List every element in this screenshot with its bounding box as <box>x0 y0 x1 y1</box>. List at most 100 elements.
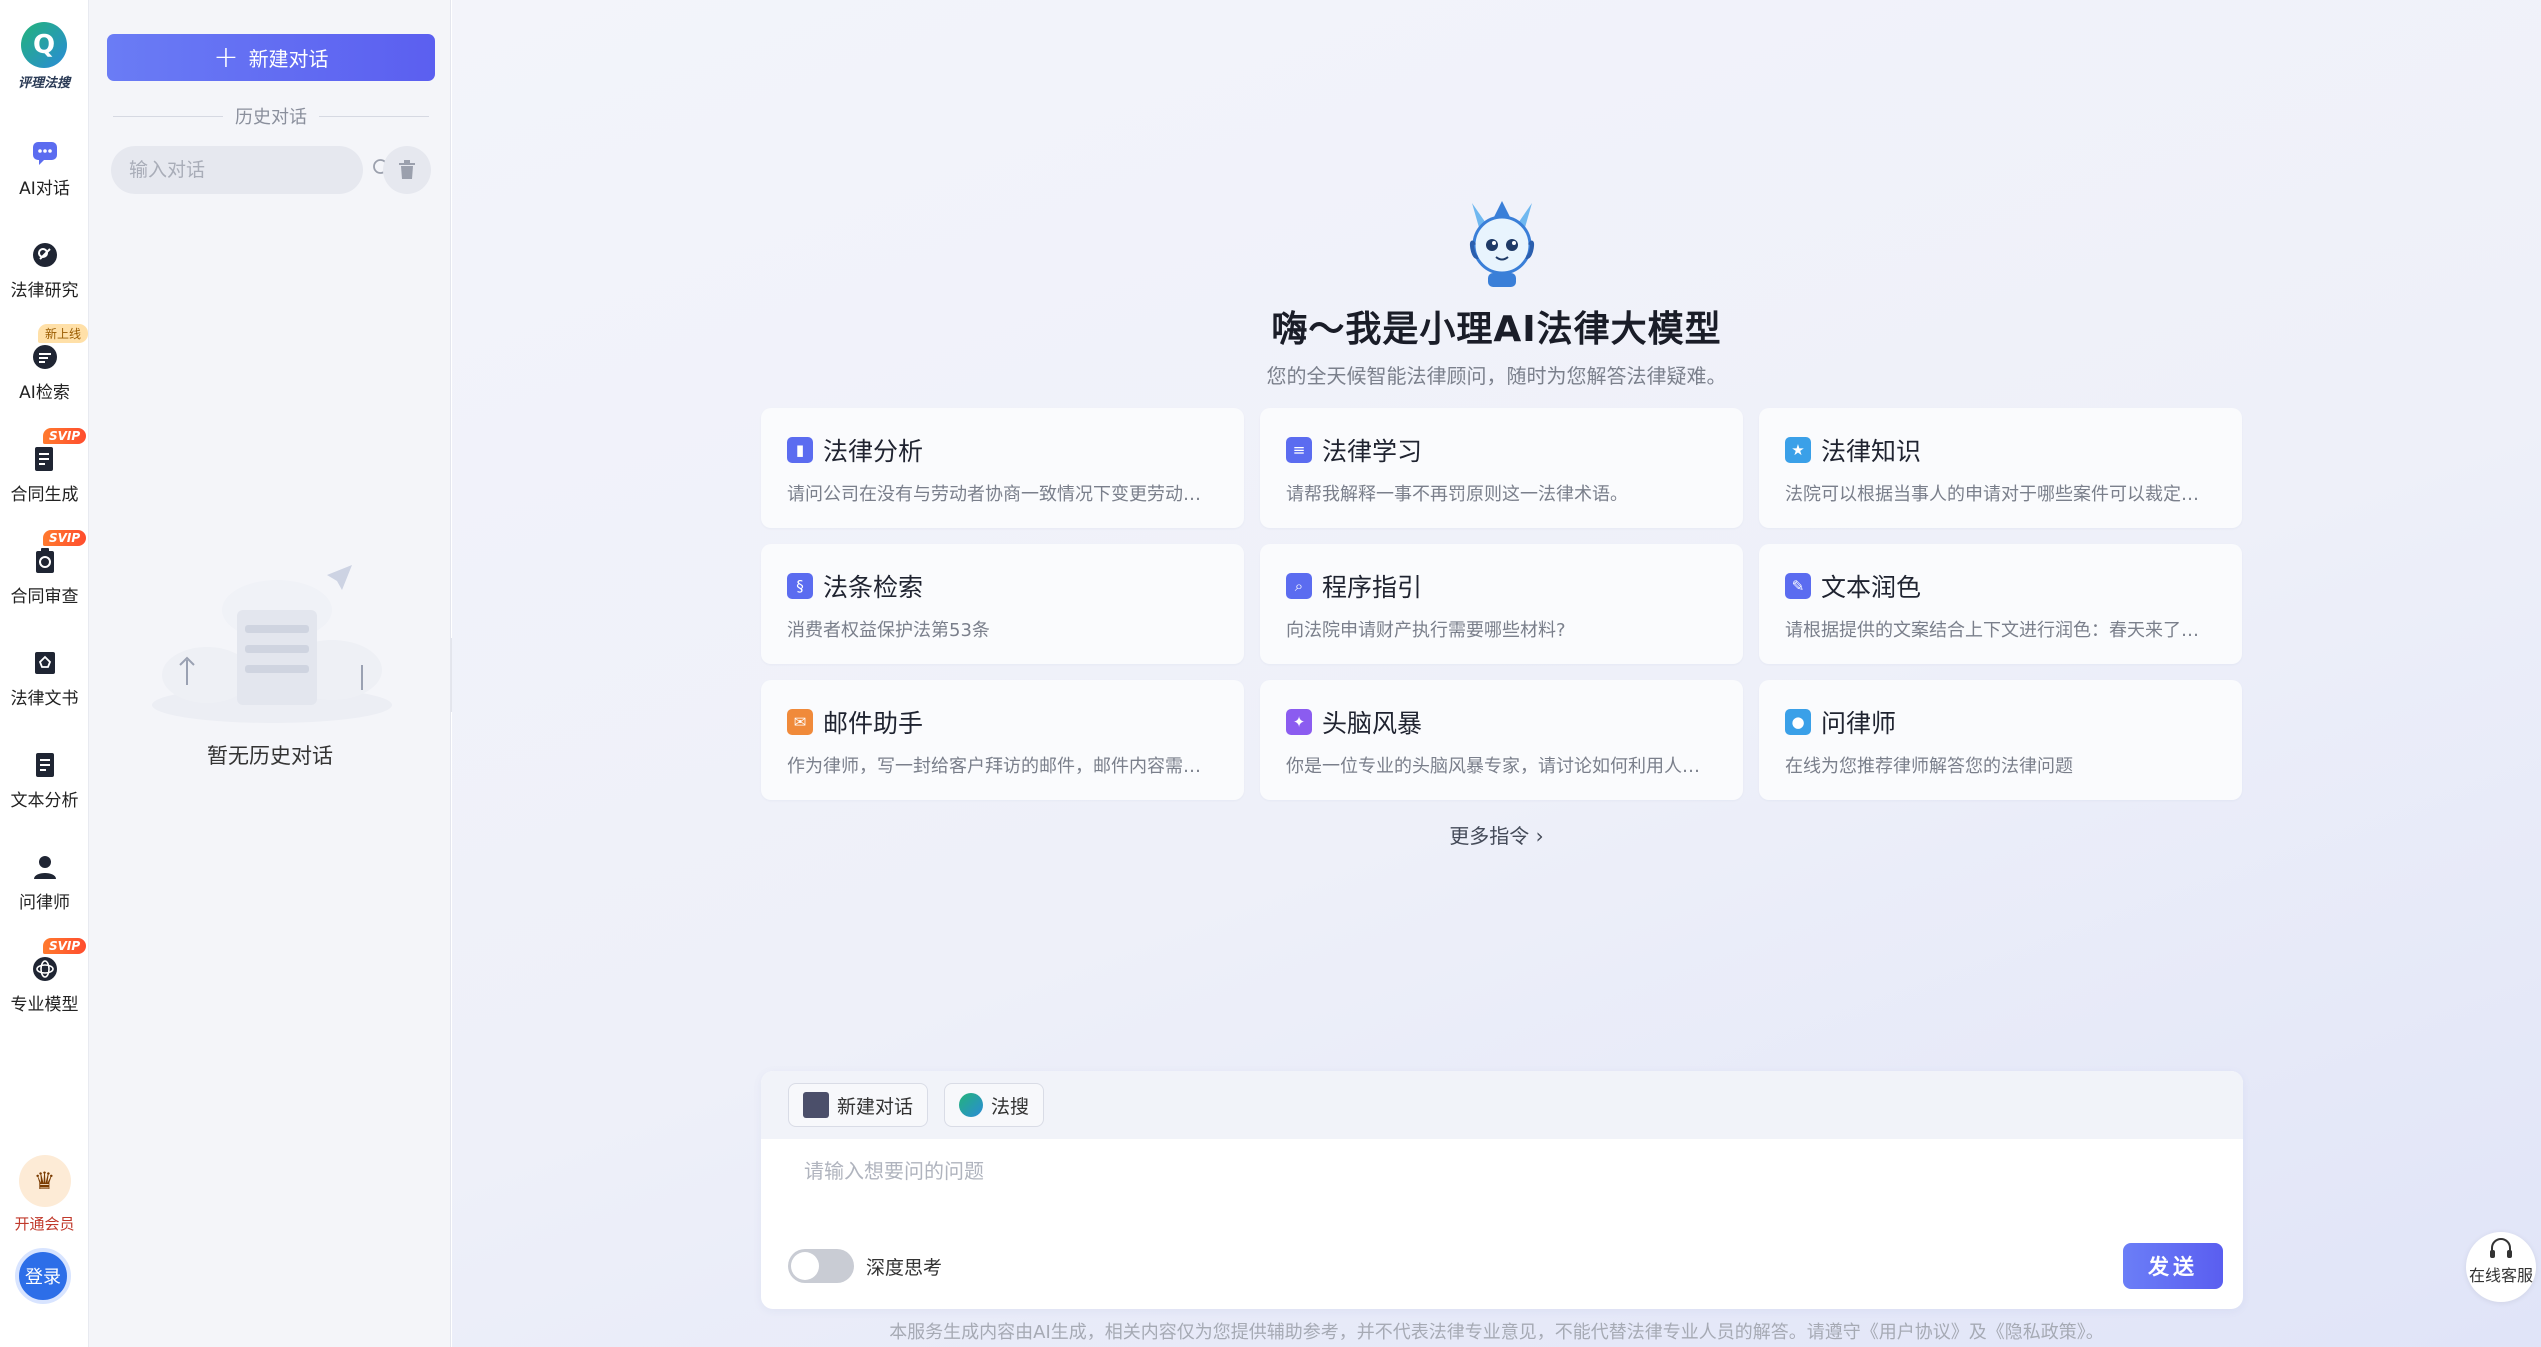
login-button[interactable]: 登录 <box>15 1248 71 1304</box>
card-mail-assistant[interactable]: ✉ 邮件助手 作为律师，写一封给客户拜访的邮件，邮件内容需要包含拜访时间。 <box>761 680 1244 800</box>
new-chat-label: 新建对话 <box>248 47 329 71</box>
logo-icon: Q <box>21 22 67 68</box>
rail-label: 问律师 <box>19 893 70 913</box>
brand-logo[interactable]: Q 评理法搜 <box>12 22 76 91</box>
history-section-label: 历史对话 <box>235 107 307 128</box>
open-vip-button[interactable]: ♛ 开通会员 <box>0 1155 89 1234</box>
rail-item-ai-chat[interactable]: AI对话 <box>0 138 89 199</box>
card-legal-knowledge[interactable]: ★ 法律知识 法院可以根据当事人的申请对于哪些案件可以裁定先予执行？ <box>1759 408 2242 528</box>
brain-icon: ✦ <box>1286 709 1312 735</box>
crown-icon: ♛ <box>18 1155 71 1207</box>
new-chat-button[interactable]: + 新建对话 <box>107 34 435 81</box>
model-icon <box>30 954 60 984</box>
card-title: 头脑风暴 <box>1322 709 1423 738</box>
rail-item-ai-search[interactable]: 新上线 AI检索 <box>0 324 89 403</box>
contract-review-icon <box>30 546 60 576</box>
online-service-label: 在线客服 <box>2468 1266 2533 1285</box>
card-title: 邮件助手 <box>823 709 924 738</box>
more-commands-link[interactable]: 更多指令 › <box>452 820 2541 849</box>
card-desc: 你是一位专业的头脑风暴专家，请讨论如何利用人工智能提升法律服务。 <box>1286 756 1717 777</box>
rail-label: 法律研究 <box>10 281 79 301</box>
left-rail: Q 评理法搜 AI对话 法律研究 新上线 AI检索 SVIP 合同生成 SVIP… <box>0 0 89 1347</box>
main-content: 嗨～我是小理AI法律大模型 您的全天候智能法律顾问，随时为您解答法律疑难。 ▮ … <box>452 0 2541 1347</box>
send-button[interactable]: 发送 <box>2123 1243 2223 1289</box>
card-statute-search[interactable]: § 法条检索 消费者权益保护法第53条 <box>761 544 1244 664</box>
vip-label: 开通会员 <box>14 1215 75 1233</box>
mail-icon: ✉ <box>787 709 813 735</box>
online-service-button[interactable]: 在线客服 <box>2466 1232 2536 1302</box>
question-input[interactable] <box>804 1159 2204 1183</box>
history-panel: + 新建对话 历史对话 暂无历史对话 <box>89 0 451 1347</box>
mascot-avatar <box>1454 195 1550 291</box>
prompt-card-grid: ▮ 法律分析 请问公司在没有与劳动者协商一致情况下变更劳动合同可以吗？ ≡ 法律… <box>761 408 2243 800</box>
card-procedure-guide[interactable]: ⌕ 程序指引 向法院申请财产执行需要哪些材料? <box>1260 544 1743 664</box>
rail-label: 专业模型 <box>10 995 79 1015</box>
deep-think-label: 深度思考 <box>866 1256 943 1279</box>
more-commands-label: 更多指令 <box>1449 824 1530 848</box>
book-icon: ▮ <box>787 437 813 463</box>
card-title: 法律学习 <box>1322 437 1423 466</box>
disclaimer-footnote: 本服务生成内容由AI生成，相关内容仅为您提供辅助参考，并不代表法律专业意见，不能… <box>889 1322 2104 1343</box>
chevron-right-icon: › <box>1535 824 1544 848</box>
rail-label: AI对话 <box>19 179 70 199</box>
ai-search-icon <box>30 342 60 372</box>
card-desc: 向法院申请财产执行需要哪些材料? <box>1286 620 1566 641</box>
card-title: 程序指引 <box>1322 573 1423 602</box>
new-badge: 新上线 <box>38 324 89 343</box>
card-ask-lawyer[interactable]: ● 问律师 在线为您推荐律师解答您的法律问题 <box>1759 680 2242 800</box>
hero-title: 嗨～我是小理AI法律大模型 <box>1271 309 1722 350</box>
card-desc: 请问公司在没有与劳动者协商一致情况下变更劳动合同可以吗？ <box>787 484 1218 505</box>
rail-label: 法律文书 <box>10 689 79 709</box>
card-title: 文本润色 <box>1821 573 1922 602</box>
card-desc: 法院可以根据当事人的申请对于哪些案件可以裁定先予执行？ <box>1785 484 2216 505</box>
hero-subtitle: 您的全天候智能法律顾问，随时为您解答法律疑难。 <box>1266 364 1727 388</box>
guide-icon: ⌕ <box>1286 573 1312 599</box>
chip-label: 新建对话 <box>837 1095 914 1118</box>
lawyer-icon <box>30 852 60 882</box>
chip-label: 法搜 <box>991 1095 1030 1118</box>
rail-item-pro-model[interactable]: SVIP 专业模型 <box>0 938 89 1015</box>
rail-label: AI检索 <box>19 383 70 403</box>
deep-think-toggle-row: 深度思考 <box>788 1249 942 1283</box>
rail-item-ask-lawyer[interactable]: 问律师 <box>0 852 89 913</box>
clear-history-button[interactable] <box>383 146 431 194</box>
rail-label: 合同审查 <box>10 587 79 607</box>
card-legal-analysis[interactable]: ▮ 法律分析 请问公司在没有与劳动者协商一致情况下变更劳动合同可以吗？ <box>761 408 1244 528</box>
history-section-divider: 历史对话 <box>113 103 429 129</box>
card-desc: 在线为您推荐律师解答您的法律问题 <box>1785 756 2073 777</box>
empty-history-text: 暂无历史对话 <box>207 744 333 768</box>
pen-icon: ✎ <box>1785 573 1811 599</box>
history-search-input[interactable] <box>129 159 372 181</box>
open-book-icon: ≡ <box>1286 437 1312 463</box>
card-brainstorm[interactable]: ✦ 头脑风暴 你是一位专业的头脑风暴专家，请讨论如何利用人工智能提升法律服务。 <box>1260 680 1743 800</box>
card-title: 问律师 <box>1821 709 1897 738</box>
card-desc: 请帮我解释一事不再罚原则这一法律术语。 <box>1286 484 1628 505</box>
lawyer-card-icon: ● <box>1785 709 1811 735</box>
card-legal-learning[interactable]: ≡ 法律学习 请帮我解释一事不再罚原则这一法律术语。 <box>1260 408 1743 528</box>
statute-icon: § <box>787 573 813 599</box>
composer-toolbar: 新建对话 法搜 <box>761 1071 2243 1139</box>
rail-item-contract-review[interactable]: SVIP 合同审查 <box>0 530 89 607</box>
contract-write-icon <box>30 444 60 474</box>
logo-text: 评理法搜 <box>17 76 70 91</box>
rail-item-contract-generate[interactable]: SVIP 合同生成 <box>0 428 89 505</box>
chip-new-chat[interactable]: 新建对话 <box>788 1083 929 1127</box>
card-desc: 作为律师，写一封给客户拜访的邮件，邮件内容需要包含拜访时间。 <box>787 756 1218 777</box>
card-title: 法律分析 <box>823 437 924 466</box>
card-desc: 消费者权益保护法第53条 <box>787 620 990 641</box>
rail-label: 文本分析 <box>10 791 79 811</box>
rail-item-legal-research[interactable]: 法律研究 <box>0 240 89 301</box>
card-title: 法律知识 <box>1821 437 1922 466</box>
card-text-polish[interactable]: ✎ 文本润色 请根据提供的文案结合上下文进行润色：春天来了，万物复苏。 <box>1759 544 2242 664</box>
deep-think-toggle[interactable] <box>788 1249 854 1283</box>
search-document-icon <box>30 240 60 270</box>
svip-badge: SVIP <box>43 428 87 444</box>
rail-label: 合同生成 <box>10 485 79 505</box>
chip-fasou[interactable]: 法搜 <box>944 1083 1045 1127</box>
rail-item-text-analysis[interactable]: 文本分析 <box>0 750 89 811</box>
fasou-logo-icon <box>959 1093 984 1117</box>
chat-bubble-icon <box>30 138 60 168</box>
trash-icon <box>399 160 415 179</box>
svip-badge: SVIP <box>43 530 87 546</box>
rail-item-legal-document[interactable]: 法律文书 <box>0 648 89 709</box>
